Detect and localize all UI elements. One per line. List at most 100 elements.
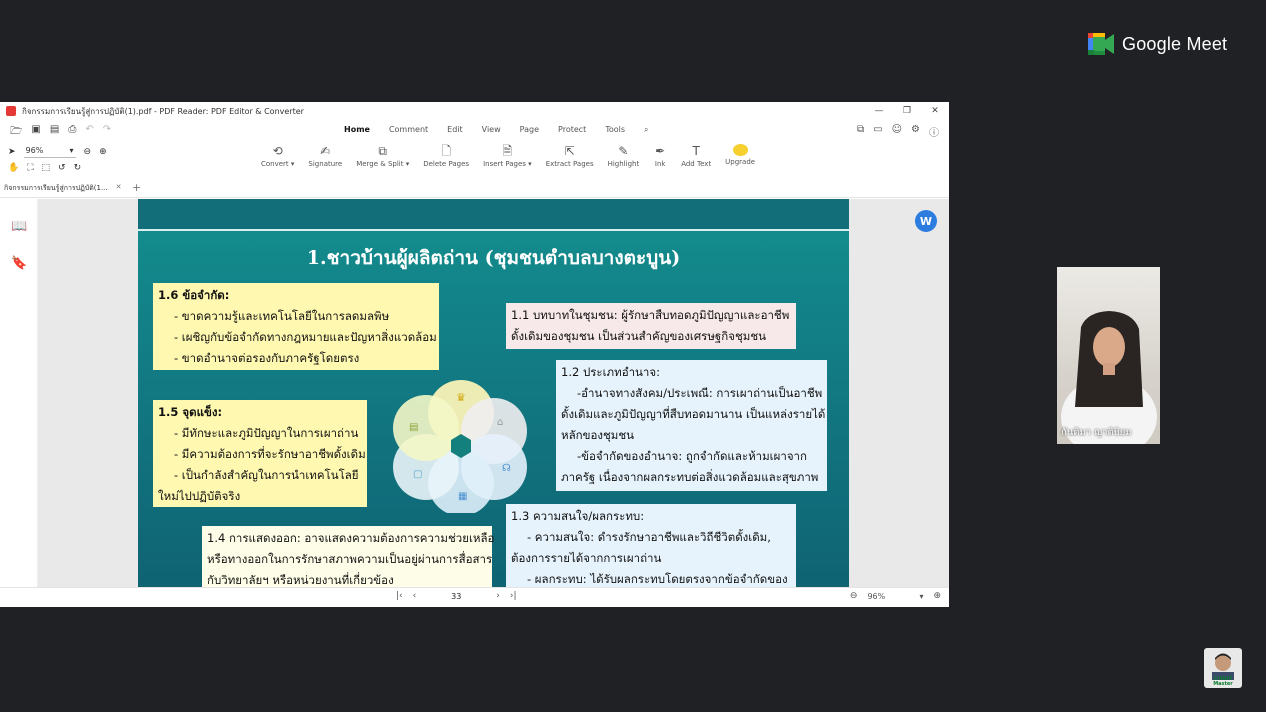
slide-title: 1.ชาวบ้านผู้ผลิตถ่าน (ชุมชนตำบลบางตะบูน) <box>306 247 681 269</box>
power-box: 1.2 ประเภทอำนาจ: -อำนาจทางสังคม/ประเพณี:… <box>556 360 827 491</box>
headset-icon: ☊ <box>502 463 511 474</box>
window-title: กิจกรรมการเรียนรู้สู่การปฏิบัติ(1).pdf -… <box>22 106 304 116</box>
google-meet-logo: Google Meet <box>1088 33 1227 55</box>
print-icon[interactable]: ⎙ <box>68 124 76 141</box>
highlight-button[interactable]: ✎ Highlight <box>601 144 647 168</box>
strengths-box: 1.5 จุดแข็ง: - มีทักษะและภูมิปัญญาในการเ… <box>153 400 367 507</box>
hand-tool-icon[interactable]: ✋ <box>8 163 19 173</box>
redo-icon[interactable]: ↷ <box>103 124 111 141</box>
account-icon[interactable]: ☺ <box>892 124 902 139</box>
info-icon[interactable]: ⓘ <box>929 124 939 139</box>
extract-pages-button[interactable]: ⇱ Extract Pages <box>539 144 601 168</box>
save-as-icon[interactable]: ▤ <box>50 124 59 141</box>
interest-line: 1.3 ความสนใจ/ผลกระทบ: <box>511 509 645 523</box>
zoom-in-icon[interactable]: ⊕ <box>99 147 107 157</box>
power-line: 1.2 ประเภทอำนาจ: <box>561 365 660 379</box>
close-tab-icon[interactable]: ✕ <box>116 183 122 194</box>
status-zoom-select[interactable]: 96% ▾ <box>867 592 923 601</box>
fit-width-icon[interactable]: ⬚ <box>42 163 51 173</box>
strengths-item: - เป็นกำลังสำคัญในการนำเทคโนโลยี <box>174 468 359 482</box>
merge-split-button[interactable]: ⧉ Merge & Split ▾ <box>349 144 416 168</box>
minimize-button[interactable]: — <box>865 102 893 120</box>
screenshot-icon[interactable]: ⧉ <box>857 124 864 139</box>
merge-icon: ⧉ <box>378 144 387 158</box>
power-line: -อำนาจทางสังคม/ประเพณี: การเผาถ่านเป็นอา… <box>577 386 823 400</box>
menu-comment[interactable]: Comment <box>389 125 428 135</box>
strengths-item: - มีทักษะและภูมิปัญญาในการเผาถ่าน <box>174 426 359 440</box>
zoom-out-icon[interactable]: ⊖ <box>84 147 92 157</box>
menu-bar: 🗁 ▣ ▤ ⎙ ↶ ↷ Home Comment Edit View Page … <box>0 120 949 142</box>
meet-brand-name: Google Meet <box>1122 33 1228 54</box>
document-tab[interactable]: กิจกรรมการเรียนรู้สู่การปฏิบัติ(1... ✕ <box>4 183 122 194</box>
search-icon[interactable]: ⌕ <box>644 125 648 135</box>
center-flower-diagram: ♛ ⌂ ☊ ▦ ▢ ▤ <box>393 380 527 513</box>
pdf-app-icon <box>6 106 16 116</box>
user-avatar-badge[interactable]: W <box>915 210 937 232</box>
delete-pages-icon: 🗋 <box>441 144 451 158</box>
meet-camera-icon <box>1088 33 1114 55</box>
meeting-icon: ▦ <box>458 491 467 502</box>
menu-tools[interactable]: Tools <box>605 125 625 135</box>
zoom-select[interactable]: 96% ▾ <box>23 146 76 158</box>
convert-icon: ⟲ <box>272 144 283 158</box>
insert-pages-button[interactable]: 🗎 Insert Pages ▾ <box>476 144 539 168</box>
trophy-icon: ♛ <box>456 391 466 404</box>
role-line: 1.1 บทบาทในชุมชน: ผู้รักษาสืบทอดภูมิปัญญ… <box>511 308 790 322</box>
signature-button[interactable]: ✍ Signature <box>301 144 349 168</box>
prev-page-icon[interactable]: ‹ <box>413 591 417 601</box>
first-page-icon[interactable]: |‹ <box>396 591 403 601</box>
bookmark-icon[interactable]: 🔖 <box>11 256 27 272</box>
highlight-icon: ✎ <box>618 144 629 158</box>
maximize-button[interactable]: ❐ <box>893 102 921 120</box>
ink-button[interactable]: ✒ Ink <box>646 144 674 168</box>
expression-box: 1.4 การแสดงออก: อาจแสดงความต้องการความช่… <box>202 526 494 587</box>
menu-home[interactable]: Home <box>344 125 370 135</box>
role-box: 1.1 บทบาทในชุมชน: ผู้รักษาสืบทอดภูมิปัญญ… <box>506 303 796 349</box>
last-page-icon[interactable]: ›| <box>510 591 517 601</box>
strengths-item: - มีความต้องการที่จะรักษาอาชีพดั้งเดิม <box>174 447 366 461</box>
pdf-viewer[interactable]: 1.ชาวบ้านผู้ผลิตถ่าน (ชุมชนตำบลบางตะบูน)… <box>38 199 949 587</box>
status-bar: |‹ ‹ 33 › ›| ⊖ 96% ▾ ⊕ <box>0 587 949 607</box>
close-window-button[interactable]: ✕ <box>921 102 949 120</box>
meet-screen: Google Meet กิจกรรมการเรียนรู้สู่การปฏิบ… <box>0 0 1266 712</box>
upgrade-icon <box>732 144 748 156</box>
delete-pages-button[interactable]: 🗋 Delete Pages <box>416 144 476 168</box>
convert-button[interactable]: ⟲ Convert ▾ <box>254 144 301 168</box>
undo-icon[interactable]: ↶ <box>85 124 93 141</box>
left-sidebar: 📖 🔖 <box>0 199 38 587</box>
save-icon[interactable]: ▣ <box>31 124 40 141</box>
flower-petal <box>393 395 459 461</box>
interest-line: - ความสนใจ: ดำรงรักษาอาชีพและวิถีชีวิตดั… <box>527 530 771 544</box>
layout-icon[interactable]: ▭ <box>873 124 882 139</box>
status-zoom-out-icon[interactable]: ⊖ <box>850 591 858 601</box>
upgrade-button[interactable]: Upgrade <box>718 144 762 168</box>
rotate-right-icon[interactable]: ↻ <box>74 163 82 173</box>
participant-avatar <box>1061 311 1157 444</box>
select-cursor-icon[interactable]: ➤ <box>8 147 16 157</box>
power-line: หลักของชุมชน <box>561 428 635 442</box>
power-line: -ข้อจำกัดของอำนาจ: ถูกจำกัดและห้ามเผาจาก <box>577 449 807 463</box>
open-folder-icon[interactable]: 🗁 <box>10 124 22 141</box>
add-text-button[interactable]: T Add Text <box>674 144 718 168</box>
page-number-field[interactable]: 33 <box>426 592 486 601</box>
participant-video-tile[interactable]: กันติมา ญาติบิยม <box>1057 267 1160 444</box>
menu-edit[interactable]: Edit <box>447 125 463 135</box>
fit-page-icon[interactable]: ⛶ <box>27 163 33 173</box>
menu-view[interactable]: View <box>482 125 501 135</box>
thumbnails-book-icon[interactable]: 📖 <box>11 219 27 235</box>
limits-heading: 1.6 ข้อจำกัด: <box>158 288 230 302</box>
next-page-icon[interactable]: › <box>496 591 500 601</box>
interest-line: ต้องการรายได้จากการเผาถ่าน <box>511 551 662 565</box>
participant-name: กันติมา ญาติบิยม <box>1061 427 1132 438</box>
chevron-down-icon: ▾ <box>919 591 924 601</box>
chevron-down-icon: ▾ <box>69 146 74 155</box>
menu-page[interactable]: Page <box>520 125 539 135</box>
slide-page: 1.ชาวบ้านผู้ผลิตถ่าน (ชุมชนตำบลบางตะบูน)… <box>138 199 849 587</box>
rotate-left-icon[interactable]: ↺ <box>58 163 66 173</box>
status-zoom-in-icon[interactable]: ⊕ <box>933 591 941 601</box>
new-tab-icon[interactable]: + <box>132 181 141 194</box>
menu-protect[interactable]: Protect <box>558 125 586 135</box>
power-line: ดั้งเดิมและภูมิปัญญาที่สืบทอดมานาน เป็นแ… <box>561 407 826 421</box>
chartmaster-text: CHART Master <box>1213 676 1233 687</box>
settings-icon[interactable]: ⚙ <box>911 124 920 139</box>
